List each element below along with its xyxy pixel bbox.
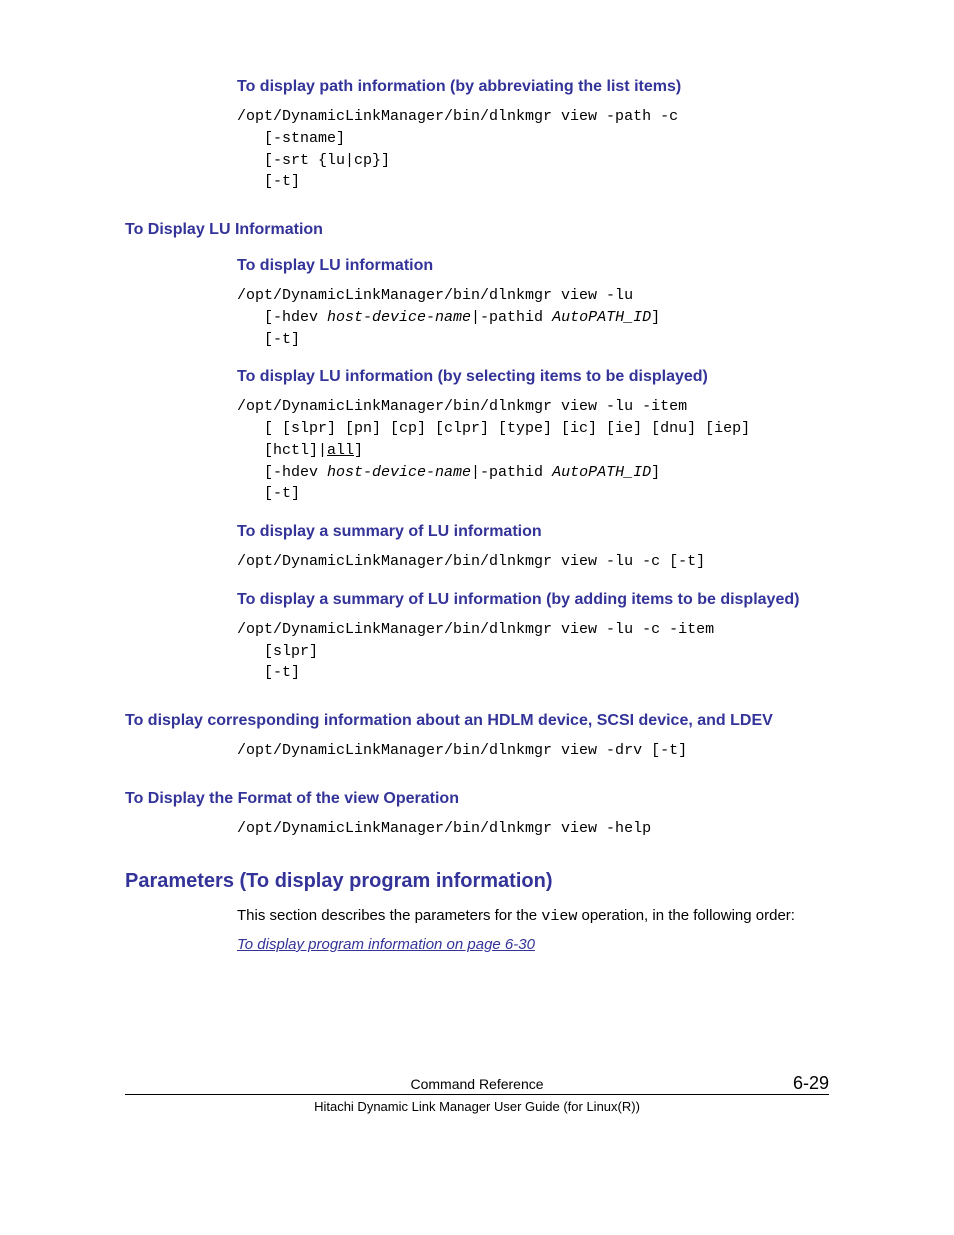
heading-lu-main: To Display LU Information [125,221,829,239]
code-lu-summary-add: /opt/DynamicLinkManager/bin/dlnkmgr view… [237,619,829,684]
page-number: 6-29 [769,1073,829,1094]
code-lu-info: /opt/DynamicLinkManager/bin/dlnkmgr view… [237,285,829,350]
code-abbrev-path: /opt/DynamicLinkManager/bin/dlnkmgr view… [237,106,829,193]
heading-lu-summary: To display a summary of LU information [237,523,829,541]
footer-subtitle: Hitachi Dynamic Link Manager User Guide … [125,1099,829,1114]
page-footer: Command Reference 6-29 Hitachi Dynamic L… [125,1073,829,1114]
heading-lu-select: To display LU information (by selecting … [237,368,829,386]
heading-abbrev-path: To display path information (by abbrevia… [237,78,829,96]
heading-lu-summary-add: To display a summary of LU information (… [237,591,829,609]
xref-program-info[interactable]: To display program information on page 6… [237,936,829,953]
heading-format: To Display the Format of the view Operat… [125,790,829,808]
paragraph-parameters: This section describes the parameters fo… [237,905,829,929]
code-format: /opt/DynamicLinkManager/bin/dlnkmgr view… [237,818,829,840]
code-hdlm: /opt/DynamicLinkManager/bin/dlnkmgr view… [237,740,829,762]
code-lu-select: /opt/DynamicLinkManager/bin/dlnkmgr view… [237,396,829,505]
heading-hdlm: To display corresponding information abo… [125,712,829,730]
page-content: To display path information (by abbrevia… [0,0,954,1154]
code-lu-summary: /opt/DynamicLinkManager/bin/dlnkmgr view… [237,551,829,573]
footer-title: Command Reference [185,1076,769,1092]
heading-lu-info: To display LU information [237,257,829,275]
heading-parameters: Parameters (To display program informati… [125,870,829,893]
